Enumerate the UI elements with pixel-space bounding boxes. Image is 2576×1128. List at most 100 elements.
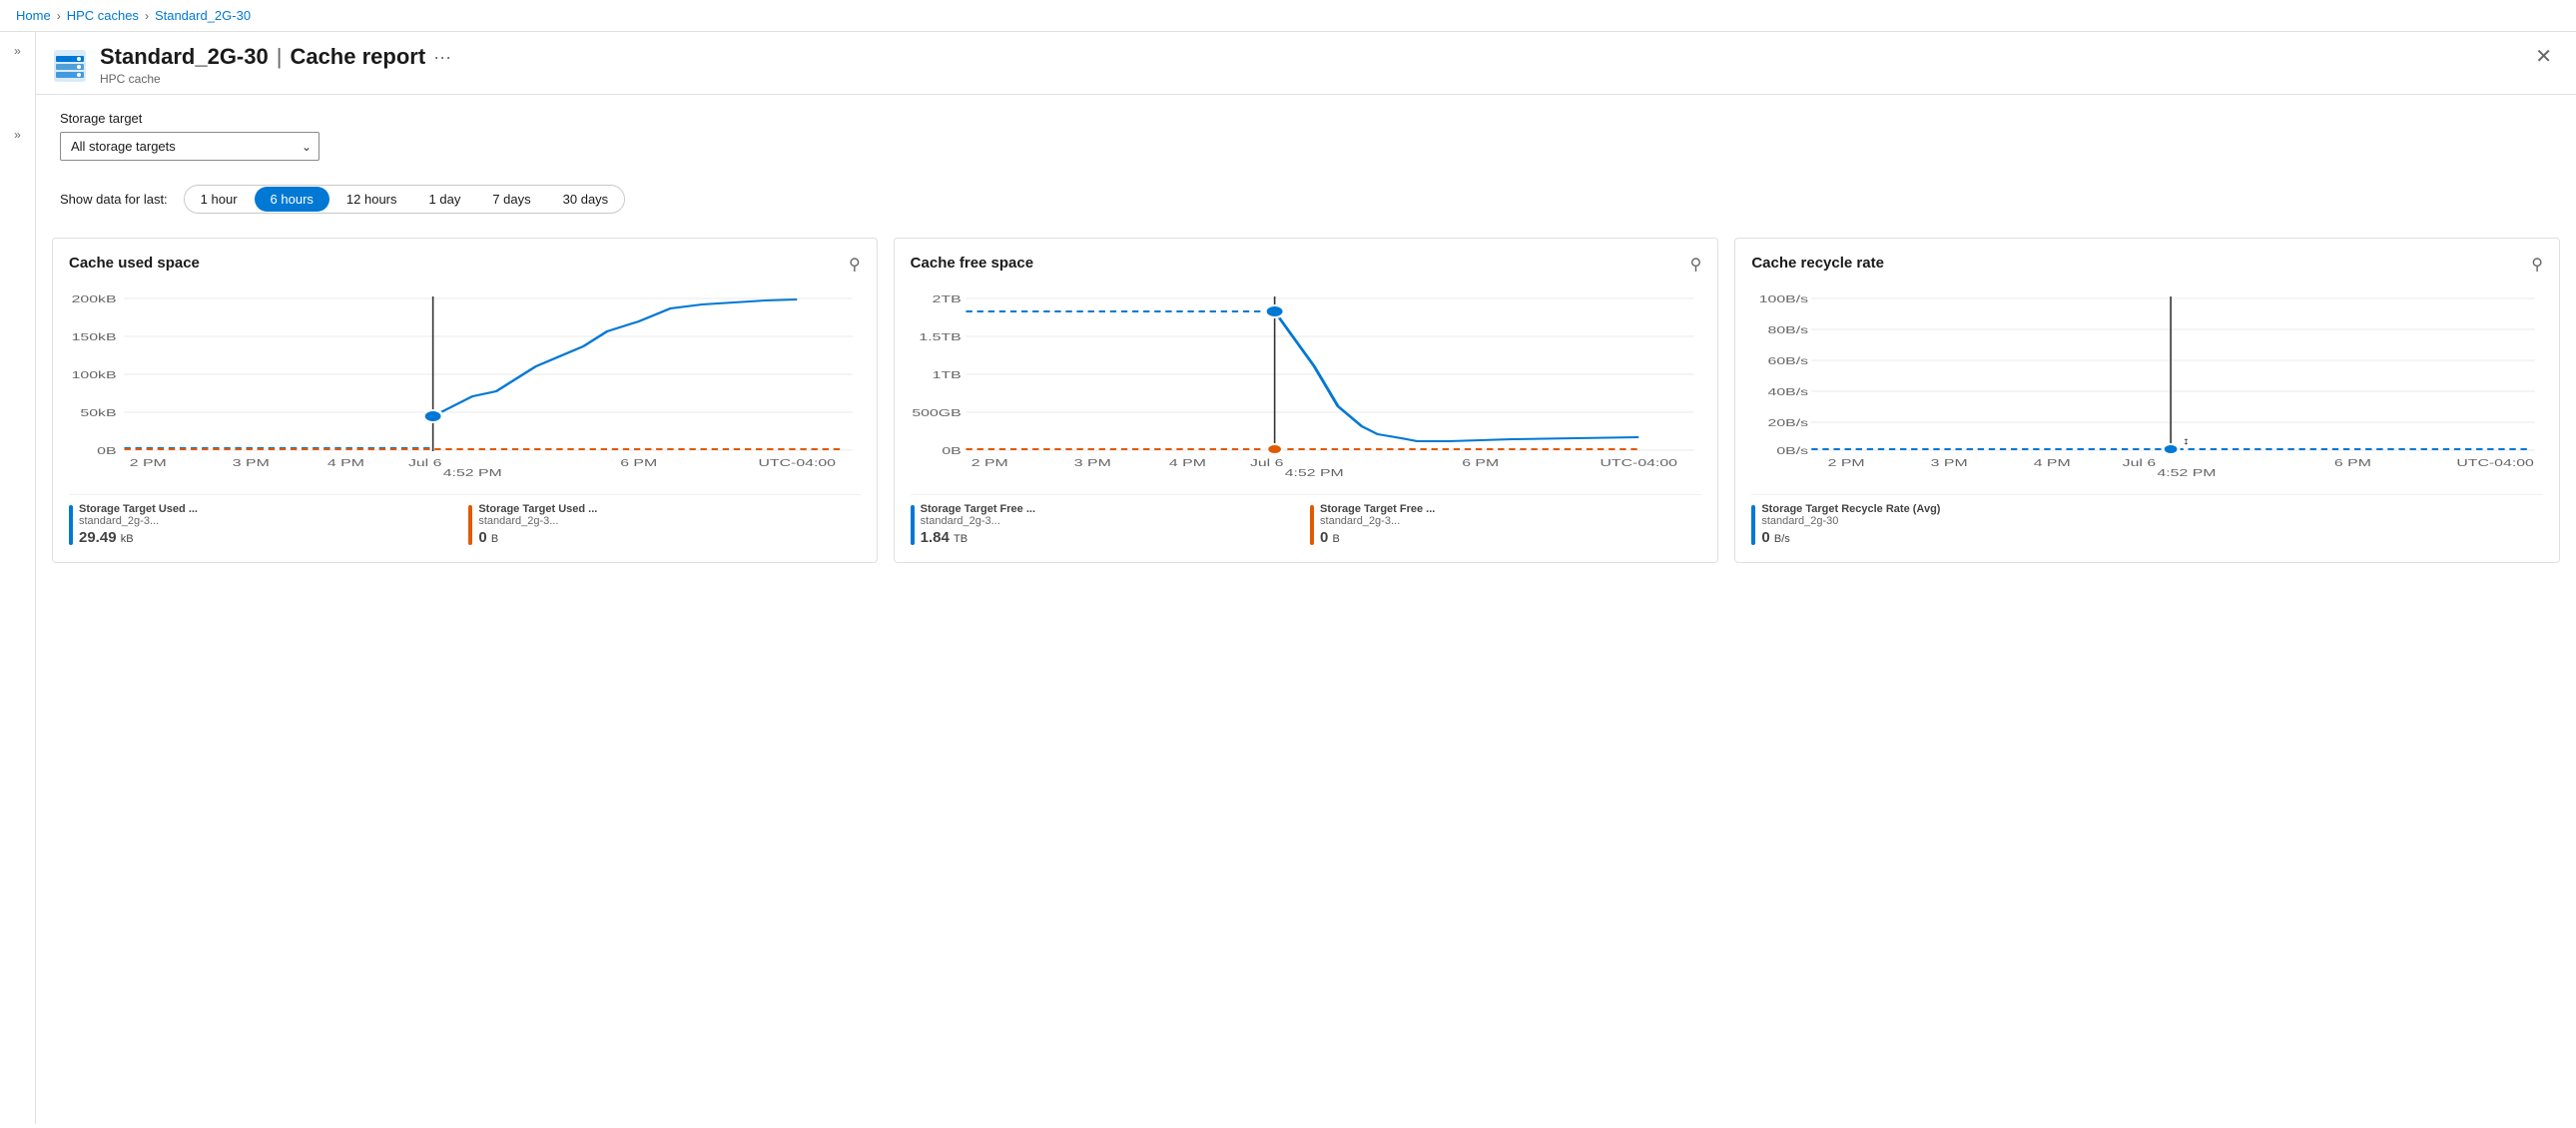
legend-text-recycle-blue: Storage Target Recycle Rate (Avg) standa… — [1761, 503, 1940, 546]
more-options-button[interactable]: ··· — [433, 47, 451, 68]
legend-text-free-blue: Storage Target Free ... standard_2g-3...… — [921, 503, 1035, 546]
legend-free-orange-name: Storage Target Free ... — [1320, 503, 1435, 515]
time-option-1day[interactable]: 1 day — [413, 187, 477, 212]
breadcrumb-home[interactable]: Home — [16, 8, 51, 23]
svg-text:1.5TB: 1.5TB — [919, 331, 961, 342]
svg-text:UTC-04:00: UTC-04:00 — [758, 457, 836, 468]
cache-used-space-legend: Storage Target Used ... standard_2g-3...… — [69, 494, 861, 546]
svg-text:UTC-04:00: UTC-04:00 — [1600, 457, 1677, 468]
svg-text:100B/s: 100B/s — [1759, 293, 1809, 304]
svg-text:200kB: 200kB — [72, 293, 117, 304]
legend-color-orange — [468, 505, 472, 545]
svg-text:2 PM: 2 PM — [130, 457, 167, 468]
legend-item-free-orange: Storage Target Free ... standard_2g-3...… — [1310, 503, 1701, 546]
svg-text:↕: ↕ — [2183, 435, 2191, 446]
storage-target-dropdown-container: All storage targets ⌄ — [60, 132, 320, 161]
svg-text:4:52 PM: 4:52 PM — [443, 467, 502, 478]
time-option-7days[interactable]: 7 days — [476, 187, 546, 212]
cache-free-space-card: Cache free space ⚲ 2TB 1.5TB 1TB 500GB 0… — [894, 238, 1719, 563]
svg-text:Jul 6: Jul 6 — [2123, 457, 2156, 468]
legend-item-used-blue: Storage Target Used ... standard_2g-3...… — [69, 503, 460, 546]
svg-text:4:52 PM: 4:52 PM — [1284, 467, 1343, 478]
cache-recycle-rate-legend: Storage Target Recycle Rate (Avg) standa… — [1751, 494, 2543, 546]
svg-text:6 PM: 6 PM — [2334, 457, 2371, 468]
cache-recycle-rate-card: Cache recycle rate ⚲ 100B/s 80B/s 60B/s … — [1734, 238, 2560, 563]
charts-section: Cache used space ⚲ 200kB 150kB 100kB 50k… — [36, 230, 2576, 579]
storage-target-label: Storage target — [60, 111, 2552, 126]
cache-free-space-legend: Storage Target Free ... standard_2g-3...… — [911, 494, 1702, 546]
svg-text:6 PM: 6 PM — [1462, 457, 1499, 468]
cache-used-space-title: Cache used space — [69, 255, 200, 272]
breadcrumb-current[interactable]: Standard_2G-30 — [155, 8, 251, 23]
legend-recycle-sub: standard_2g-30 — [1761, 515, 1940, 527]
cache-recycle-rate-title: Cache recycle rate — [1751, 255, 1884, 272]
legend-free-orange-value: 0 B — [1320, 529, 1435, 546]
storage-target-dropdown[interactable]: All storage targets — [60, 132, 320, 161]
legend-color-blue — [69, 505, 73, 545]
legend-sub-2: standard_2g-3... — [478, 515, 597, 527]
svg-text:4 PM: 4 PM — [2034, 457, 2071, 468]
legend-free-blue-name: Storage Target Free ... — [921, 503, 1035, 515]
cache-free-space-title: Cache free space — [911, 255, 1033, 272]
svg-text:3 PM: 3 PM — [1931, 457, 1968, 468]
time-option-1hour[interactable]: 1 hour — [185, 187, 254, 212]
legend-recycle-name: Storage Target Recycle Rate (Avg) — [1761, 503, 1940, 515]
legend-text-used-blue: Storage Target Used ... standard_2g-3...… — [79, 503, 198, 546]
legend-unit: kB — [121, 533, 134, 545]
svg-text:40B/s: 40B/s — [1768, 386, 1809, 397]
time-option-30days[interactable]: 30 days — [547, 187, 625, 212]
svg-text:3 PM: 3 PM — [233, 457, 270, 468]
time-option-6hours[interactable]: 6 hours — [255, 187, 329, 212]
svg-text:4 PM: 4 PM — [1169, 457, 1206, 468]
main-container: » » Standard_2G-30 | — [0, 32, 2576, 1124]
close-button[interactable]: ✕ — [2535, 44, 2552, 69]
svg-text:0B: 0B — [942, 445, 962, 456]
svg-text:50kB: 50kB — [80, 407, 116, 418]
svg-text:2 PM: 2 PM — [1828, 457, 1865, 468]
header-actions: ✕ — [2535, 44, 2552, 69]
cache-recycle-rate-chart: 100B/s 80B/s 60B/s 40B/s 20B/s 0B/s — [1751, 286, 2543, 486]
filter-section: Storage target All storage targets ⌄ — [36, 95, 2576, 177]
breadcrumb-bar: Home › HPC caches › Standard_2G-30 — [0, 0, 2576, 32]
legend-name: Storage Target Used ... — [79, 503, 198, 515]
time-option-12hours[interactable]: 12 hours — [330, 187, 413, 212]
time-filter-section: Show data for last: 1 hour 6 hours 12 ho… — [36, 177, 2576, 230]
svg-text:4:52 PM: 4:52 PM — [2158, 467, 2217, 478]
legend-unit-2: B — [491, 533, 498, 545]
cache-recycle-rate-pin-icon[interactable]: ⚲ — [2531, 255, 2543, 275]
svg-text:100kB: 100kB — [72, 369, 117, 380]
legend-text-free-orange: Storage Target Free ... standard_2g-3...… — [1320, 503, 1435, 546]
svg-text:80B/s: 80B/s — [1768, 324, 1809, 335]
svg-text:500GB: 500GB — [912, 407, 962, 418]
svg-text:0B: 0B — [97, 445, 117, 456]
hpc-cache-icon — [52, 48, 88, 84]
page-subtitle-right: Cache report — [290, 44, 425, 70]
svg-text:6 PM: 6 PM — [620, 457, 657, 468]
svg-text:UTC-04:00: UTC-04:00 — [2457, 457, 2535, 468]
time-filter-label: Show data for last: — [60, 192, 168, 207]
svg-text:Jul 6: Jul 6 — [1250, 457, 1283, 468]
cache-used-space-chart: 200kB 150kB 100kB 50kB 0B — [69, 286, 861, 486]
sidebar-collapse-icon[interactable]: » — [14, 44, 21, 58]
legend-recycle-value: 0 B/s — [1761, 529, 1940, 546]
legend-free-blue-value: 1.84 TB — [921, 529, 1035, 546]
svg-text:0B/s: 0B/s — [1777, 445, 1809, 456]
cache-free-space-pin-icon[interactable]: ⚲ — [1690, 255, 1702, 275]
svg-text:2 PM: 2 PM — [970, 457, 1007, 468]
sidebar-expand-icon[interactable]: » — [14, 128, 21, 142]
cache-used-space-pin-icon[interactable]: ⚲ — [849, 255, 861, 275]
cache-used-space-card: Cache used space ⚲ 200kB 150kB 100kB 50k… — [52, 238, 878, 563]
svg-text:1TB: 1TB — [932, 369, 961, 380]
cache-used-space-header: Cache used space ⚲ — [69, 255, 861, 275]
breadcrumb: Home › HPC caches › Standard_2G-30 — [16, 8, 251, 23]
close-icon: ✕ — [2535, 46, 2552, 68]
title-separator: | — [277, 44, 283, 70]
svg-text:150kB: 150kB — [72, 331, 117, 342]
svg-text:3 PM: 3 PM — [1073, 457, 1110, 468]
sidebar-toggle: » » — [0, 32, 36, 1124]
svg-text:4 PM: 4 PM — [327, 457, 364, 468]
cache-free-space-chart: 2TB 1.5TB 1TB 500GB 0B — [911, 286, 1702, 486]
legend-value-2: 0 B — [478, 529, 597, 546]
legend-item-free-blue: Storage Target Free ... standard_2g-3...… — [911, 503, 1302, 546]
breadcrumb-hpc-caches[interactable]: HPC caches — [67, 8, 139, 23]
